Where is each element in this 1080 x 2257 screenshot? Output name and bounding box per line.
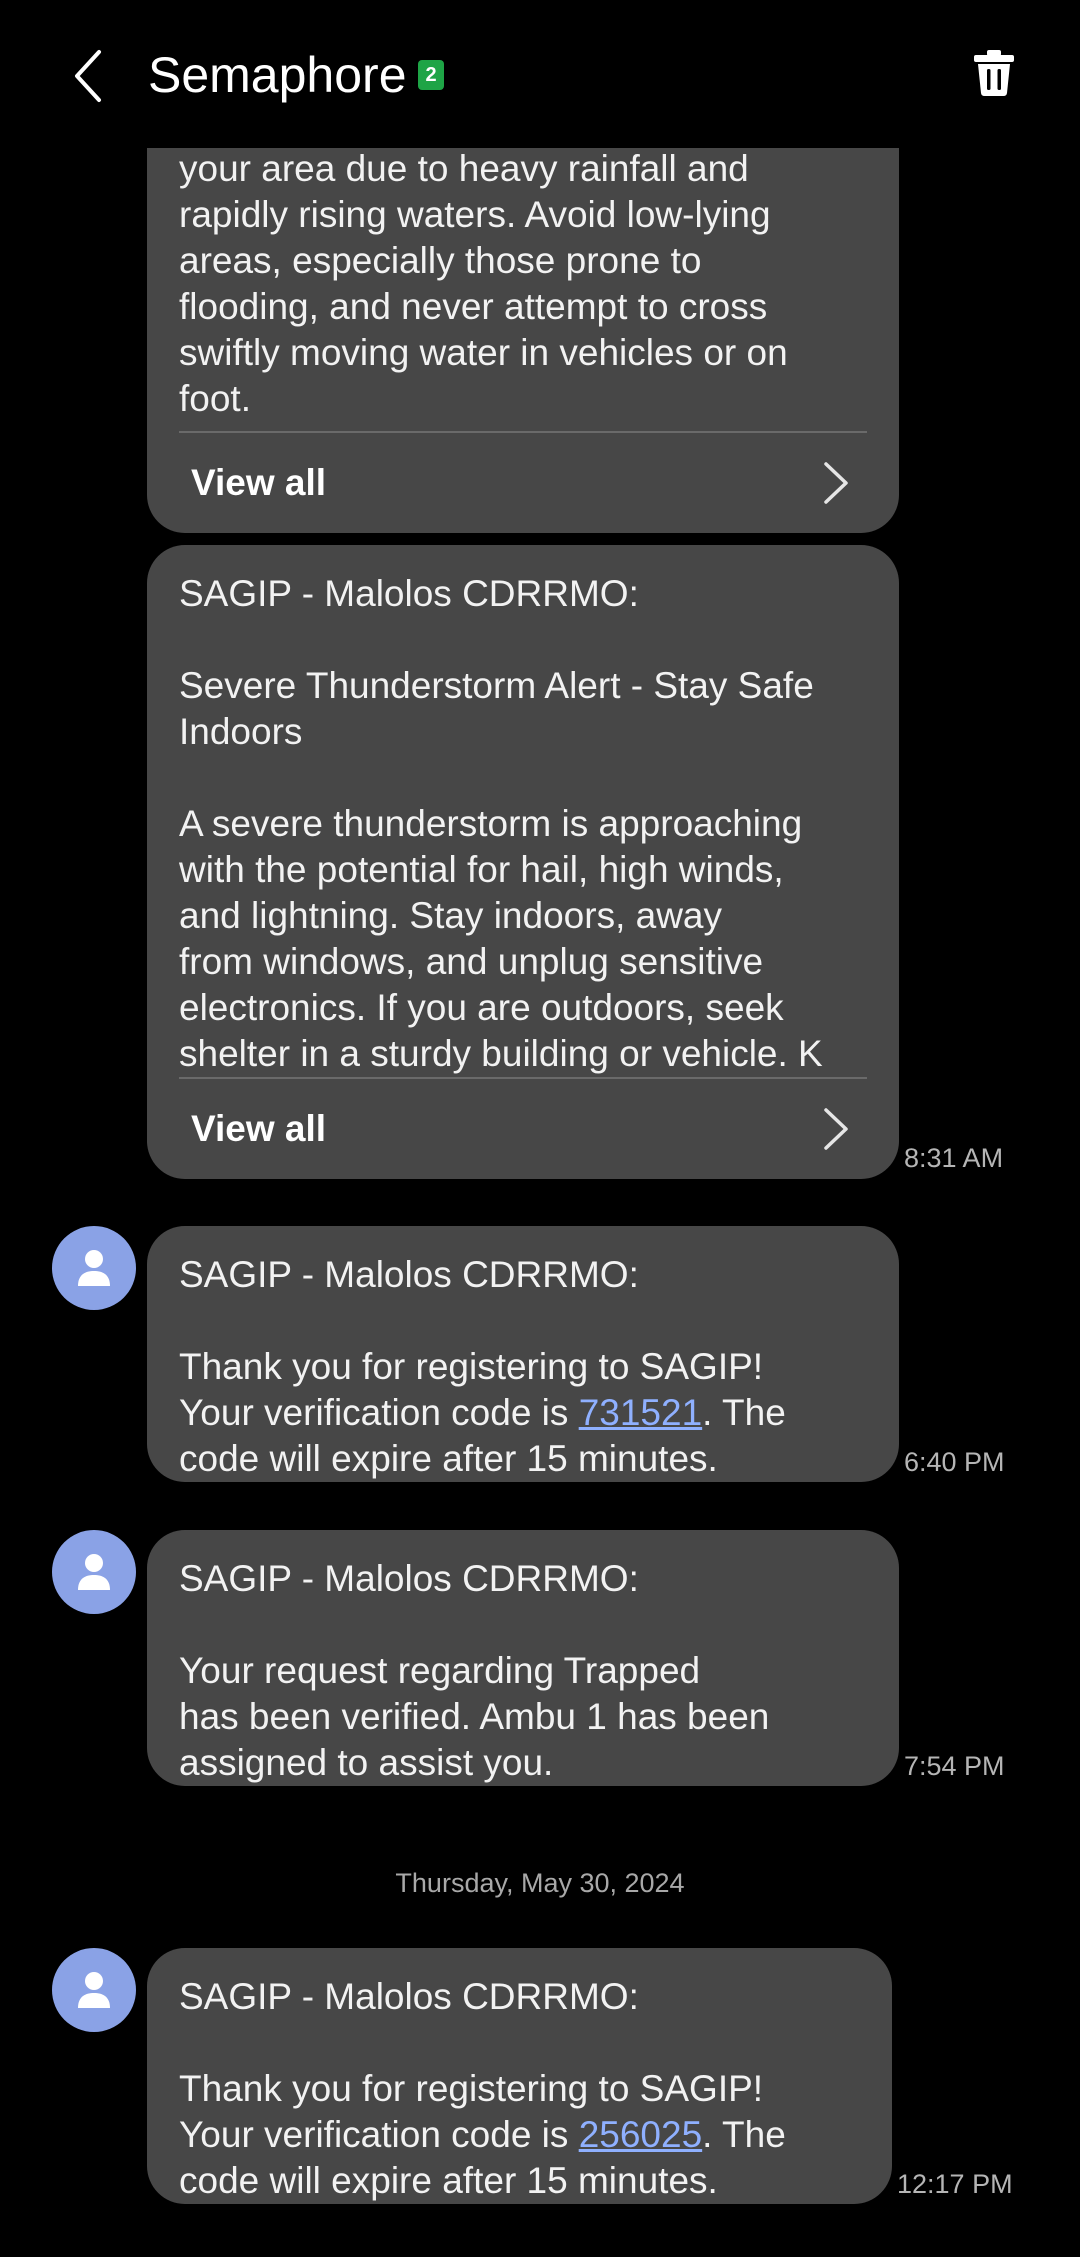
code-prefix: Your verification code is bbox=[179, 2114, 579, 2155]
date-separator: Thursday, May 30, 2024 bbox=[395, 1868, 685, 1898]
message-text: code will expire after 15 minutes. bbox=[179, 1438, 718, 1479]
message-text: Your request regarding Trapped bbox=[179, 1650, 701, 1691]
message-text: A severe thunderstorm is approaching bbox=[179, 803, 803, 844]
chevron-right-icon bbox=[824, 1108, 848, 1150]
message-text: swiftly moving water in vehicles or on bbox=[179, 332, 788, 373]
message-timestamp: 8:31 AM bbox=[904, 1143, 1004, 1173]
message-text: flooding, and never attempt to cross bbox=[179, 286, 768, 327]
conversation-title: Semaphore bbox=[148, 47, 407, 103]
message-text: with the potential for hail, high winds, bbox=[179, 849, 784, 890]
message-bubble[interactable]: SAGIP - Malolos CDRRMO: Thank you for re… bbox=[147, 1948, 892, 2204]
message-text: Thank you for registering to SAGIP! bbox=[179, 2068, 764, 2109]
message-timestamp: 12:17 PM bbox=[897, 2169, 1013, 2199]
code-prefix: Your verification code is bbox=[179, 1392, 579, 1433]
code-suffix: . The bbox=[702, 1392, 786, 1433]
person-icon bbox=[78, 1554, 110, 1590]
delete-button[interactable] bbox=[966, 40, 1022, 106]
message-bubble[interactable]: SAGIP - Malolos CDRRMO: Your request reg… bbox=[147, 1530, 899, 1786]
message-subject: Indoors bbox=[179, 711, 303, 752]
verification-code-link[interactable]: 256025 bbox=[579, 2114, 702, 2155]
sim-badge: 2 bbox=[418, 60, 444, 90]
view-all-label: View all bbox=[191, 1108, 327, 1149]
message-timestamp: 6:40 PM bbox=[904, 1447, 1005, 1477]
message-text: electronics. If you are outdoors, seek bbox=[179, 987, 784, 1028]
code-suffix: . The bbox=[702, 2114, 786, 2155]
person-icon bbox=[78, 1972, 110, 2008]
app-header: Semaphore 2 bbox=[0, 0, 1080, 148]
message-text: and lightning. Stay indoors, away bbox=[179, 895, 723, 936]
view-all-button[interactable]: View all bbox=[179, 431, 867, 533]
message-text: shelter in a sturdy building or vehicle.… bbox=[179, 1033, 823, 1074]
verification-code-link[interactable]: 731521 bbox=[579, 1392, 702, 1433]
back-button[interactable] bbox=[60, 38, 116, 114]
message-thread[interactable]: your area due to heavy rainfall and rapi… bbox=[0, 0, 1080, 2257]
person-icon bbox=[78, 1250, 110, 1286]
message-text: your area due to heavy rainfall and bbox=[179, 148, 749, 189]
message-text: from windows, and unplug sensitive bbox=[179, 941, 764, 982]
message-text: assigned to assist you. bbox=[179, 1742, 554, 1783]
sender-name: SAGIP - Malolos CDRRMO: bbox=[179, 1558, 639, 1599]
sender-name: SAGIP - Malolos CDRRMO: bbox=[179, 1254, 639, 1295]
sender-name: SAGIP - Malolos CDRRMO: bbox=[179, 1976, 639, 2017]
message-text: areas, especially those prone to bbox=[179, 240, 702, 281]
sender-name: SAGIP - Malolos CDRRMO: bbox=[179, 573, 639, 614]
message-text: Your verification code is 256025. The bbox=[179, 2112, 860, 2158]
message-bubble[interactable]: SAGIP - Malolos CDRRMO: Thank you for re… bbox=[147, 1226, 899, 1482]
message-text: foot. bbox=[179, 378, 251, 419]
chevron-left-icon bbox=[75, 50, 101, 102]
view-all-button[interactable]: View all bbox=[179, 1077, 867, 1179]
chevron-right-icon bbox=[824, 462, 848, 504]
message-timestamp: 7:54 PM bbox=[904, 1751, 1005, 1781]
contact-avatar[interactable] bbox=[52, 1226, 136, 1310]
message-text: rapidly rising waters. Avoid low-lying bbox=[179, 194, 771, 235]
contact-avatar[interactable] bbox=[52, 1948, 136, 2032]
trash-icon bbox=[974, 50, 1014, 96]
message-subject: Severe Thunderstorm Alert - Stay Safe bbox=[179, 665, 814, 706]
message-text: Thank you for registering to SAGIP! bbox=[179, 1346, 764, 1387]
message-text: Your verification code is 731521. The bbox=[179, 1390, 867, 1436]
contact-avatar[interactable] bbox=[52, 1530, 136, 1614]
view-all-label: View all bbox=[191, 462, 327, 503]
message-text: code will expire after 15 minutes. bbox=[179, 2160, 718, 2201]
message-text: has been verified. Ambu 1 has been bbox=[179, 1696, 770, 1737]
message-bubble[interactable]: SAGIP - Malolos CDRRMO: Severe Thunderst… bbox=[147, 545, 899, 1179]
